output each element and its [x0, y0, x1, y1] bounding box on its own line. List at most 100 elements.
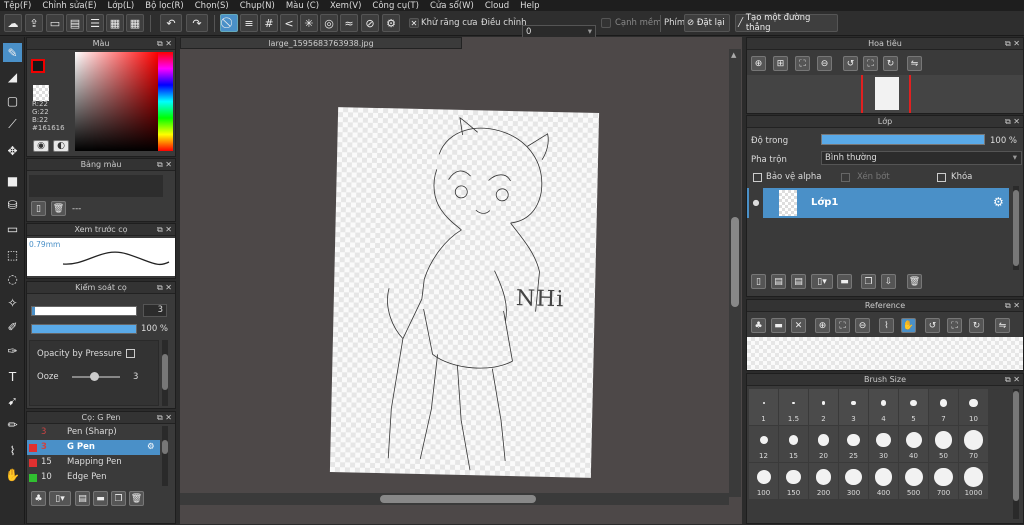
panel-close-icon[interactable]: ⧉ ✕: [1005, 300, 1020, 312]
file-icon[interactable]: ▤: [66, 14, 84, 32]
brush-size-cell[interactable]: 1: [749, 389, 778, 425]
fg-color-swatch[interactable]: [31, 59, 45, 73]
canvas-tab[interactable]: large_1595683763938.jpg: [180, 37, 462, 49]
bucket-tool-icon[interactable]: ⛁: [3, 195, 22, 214]
duplicate-icon[interactable]: ❐: [111, 491, 126, 506]
fit-icon[interactable]: ⛶: [835, 318, 850, 333]
brush-size-cell[interactable]: 1000: [959, 463, 988, 499]
concentric-snap-icon[interactable]: ◎: [320, 14, 338, 32]
blend-mode-select[interactable]: Bình thường ▾: [821, 151, 1022, 165]
eraser-tool-icon[interactable]: ◢: [3, 67, 22, 86]
brush-size-cell[interactable]: 25: [839, 426, 868, 462]
new-layer-alt-icon[interactable]: ▤: [771, 274, 786, 289]
operation-tool-icon[interactable]: ➹: [3, 391, 22, 410]
brush-item[interactable]: 10 Edge Pen: [27, 470, 160, 485]
new-palette-icon[interactable]: ▯: [31, 201, 46, 216]
gear-icon[interactable]: ⚙: [147, 440, 155, 455]
layer-opacity-slider[interactable]: [821, 134, 985, 145]
brush-size-cell[interactable]: 1.5: [779, 389, 808, 425]
rotate-right-icon[interactable]: ↻: [969, 318, 984, 333]
radial-snap-icon[interactable]: ✳: [300, 14, 318, 32]
brush-size-cell[interactable]: 100: [749, 463, 778, 499]
parallel-snap-icon[interactable]: ≡: [240, 14, 258, 32]
brush-item-selected[interactable]: 3 G Pen ⚙: [27, 440, 160, 455]
brush-size-cell[interactable]: 300: [839, 463, 868, 499]
brush-size-cell[interactable]: 3: [839, 389, 868, 425]
brush-control-scrollbar[interactable]: [162, 340, 168, 406]
new-brush-icon[interactable]: ▯▾: [49, 491, 71, 506]
delete-palette-icon[interactable]: 🗑: [51, 201, 66, 216]
make-line-button[interactable]: ╱ Tạo một đường thẳng: [735, 13, 838, 33]
menu-item[interactable]: Chụp(N): [240, 1, 275, 11]
antialias-checkbox[interactable]: ✕: [409, 18, 419, 28]
menu-item[interactable]: Công cụ(T): [372, 1, 419, 11]
brush-size-scrollbar[interactable]: [1013, 389, 1019, 519]
rotate-left-icon[interactable]: ↺: [925, 318, 940, 333]
text-tool-icon[interactable]: T: [3, 367, 22, 386]
brush-size-cell[interactable]: 200: [809, 463, 838, 499]
hand-icon[interactable]: ✋: [901, 318, 916, 333]
palette-area[interactable]: [29, 175, 163, 197]
select-pen-icon[interactable]: ✐: [3, 317, 22, 336]
trash-icon[interactable]: 🗑: [907, 274, 922, 289]
palette-icon[interactable]: ▦: [106, 14, 124, 32]
color-mode-button[interactable]: ◉: [33, 140, 49, 152]
panel-close-icon[interactable]: ⧉ ✕: [157, 412, 172, 424]
brush-tool-icon[interactable]: ✎: [3, 43, 22, 62]
menu-item[interactable]: Tệp(F): [4, 1, 31, 11]
flip-icon[interactable]: ⇋: [995, 318, 1010, 333]
duplicate-layer-icon[interactable]: ❐: [861, 274, 876, 289]
vanishing-snap-icon[interactable]: <: [280, 14, 298, 32]
brush-size-cell[interactable]: 15: [779, 426, 808, 462]
divide-tool-icon[interactable]: ✏: [3, 415, 22, 434]
brush-size-cell[interactable]: 40: [899, 426, 928, 462]
brush-size-cell[interactable]: 400: [869, 463, 898, 499]
brush-size-cell[interactable]: 12: [749, 426, 778, 462]
add-layer-menu-icon[interactable]: ▯▾: [811, 274, 833, 289]
rotate-left-icon[interactable]: ↺: [843, 56, 858, 71]
brush-size-cell[interactable]: 30: [869, 426, 898, 462]
brush-size-field[interactable]: 3: [143, 304, 167, 317]
menu-item[interactable]: Lớp(L): [108, 1, 135, 11]
pen-tool-icon[interactable]: ⟋: [3, 115, 22, 134]
panel-close-icon[interactable]: ⧉ ✕: [157, 38, 172, 50]
grid-icon[interactable]: ▦: [126, 14, 144, 32]
visibility-icon[interactable]: ●: [749, 188, 763, 218]
list-icon[interactable]: ☰: [86, 14, 104, 32]
copy-brush-icon[interactable]: ▤: [75, 491, 90, 506]
ooze-slider[interactable]: [72, 372, 120, 381]
merge-layer-icon[interactable]: ⇩: [881, 274, 896, 289]
lasso-tool-icon[interactable]: ◌: [3, 269, 22, 288]
panel-close-icon[interactable]: ⧉ ✕: [157, 159, 172, 171]
hue-bar[interactable]: [158, 52, 173, 151]
brush-add-icon[interactable]: ♣: [31, 491, 46, 506]
lock-checkbox[interactable]: [937, 173, 946, 182]
brush-size-cell[interactable]: 7: [929, 389, 958, 425]
opacity-pressure-checkbox[interactable]: [126, 349, 135, 358]
reset-view-icon[interactable]: ⛶: [863, 56, 878, 71]
hand-tool-icon[interactable]: ✋: [3, 465, 22, 484]
cloud-icon[interactable]: ☁: [4, 14, 22, 32]
menu-item[interactable]: Cloud: [485, 1, 509, 11]
reference-add-icon[interactable]: ♣: [751, 318, 766, 333]
layer-row[interactable]: ● Lớp1 ⚙: [747, 188, 1009, 218]
magic-wand-icon[interactable]: ✧: [3, 293, 22, 312]
color-square[interactable]: [75, 52, 158, 151]
snap-settings-icon[interactable]: ⚙: [382, 14, 400, 32]
clipping-checkbox[interactable]: [841, 173, 850, 182]
panel-close-icon[interactable]: ⧉ ✕: [1005, 38, 1020, 50]
zoom-in-icon[interactable]: ⊕: [815, 318, 830, 333]
eyedropper-tool-icon[interactable]: ⌇: [3, 441, 22, 460]
menu-item[interactable]: Bộ lọc(R): [145, 1, 184, 11]
brush-size-cell[interactable]: 5: [899, 389, 928, 425]
undo-icon[interactable]: ↶: [160, 14, 182, 32]
export-icon[interactable]: ⇪: [25, 14, 43, 32]
brush-size-cell[interactable]: 700: [929, 463, 958, 499]
transparent-swatch[interactable]: [33, 85, 49, 101]
opacity-slider[interactable]: [31, 324, 137, 334]
trash-icon[interactable]: 🗑: [129, 491, 144, 506]
menu-item[interactable]: Xem(V): [330, 1, 361, 11]
protect-alpha-checkbox[interactable]: [753, 173, 762, 182]
smooth-edge-checkbox[interactable]: [601, 18, 611, 28]
grid-snap-icon[interactable]: #: [260, 14, 278, 32]
